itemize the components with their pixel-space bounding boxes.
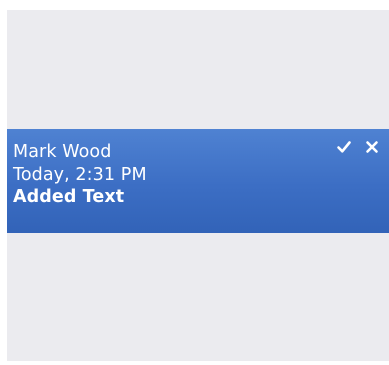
accept-button[interactable]	[336, 139, 352, 155]
comment-action: Added Text	[13, 187, 125, 207]
comment-author: Mark Wood	[13, 142, 112, 162]
checkmark-icon	[337, 141, 351, 153]
close-icon	[366, 141, 378, 153]
comment-actions	[336, 139, 380, 155]
reject-button[interactable]	[364, 139, 380, 155]
comments-panel: Mark Wood Today, 2:31 PM Added Text	[7, 10, 389, 361]
comment-timestamp: Today, 2:31 PM	[13, 164, 147, 185]
comment-item[interactable]: Mark Wood Today, 2:31 PM Added Text	[7, 129, 389, 233]
